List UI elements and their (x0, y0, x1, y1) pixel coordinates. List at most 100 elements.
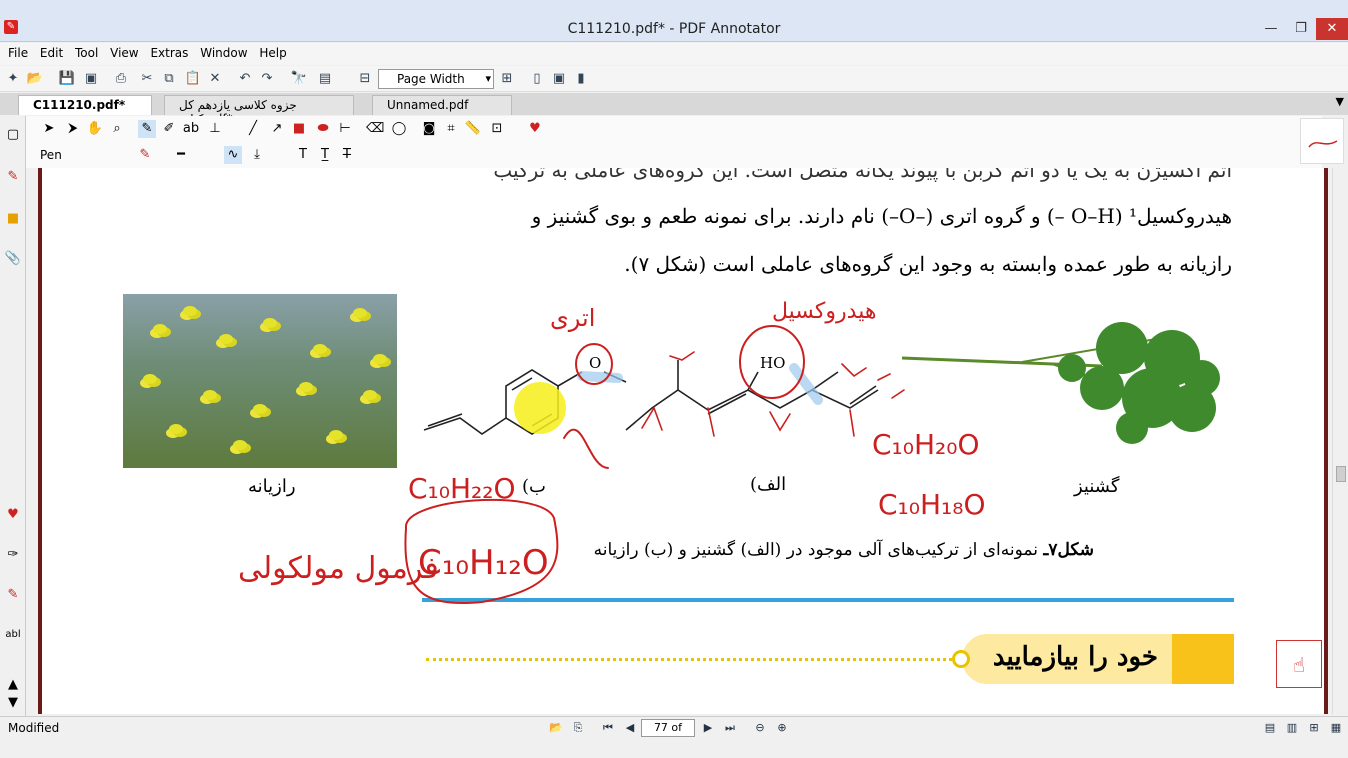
tab-unnamed[interactable]: Unnamed.pdf (372, 95, 512, 115)
ink-molecular-note: فرمول مولکولی (238, 551, 439, 586)
zoom-in-icon[interactable]: ⊞ (498, 70, 516, 88)
save-icon[interactable]: 💾 (58, 70, 76, 88)
text-strike-icon[interactable]: T̶ (338, 146, 356, 164)
lasso-icon[interactable]: ◯ (390, 120, 408, 138)
tab-list-chevron-icon[interactable]: ▼ (1336, 95, 1344, 108)
menu-tool[interactable]: Tool (75, 43, 98, 60)
line-width-icon[interactable]: ━ (172, 146, 190, 164)
main-toolbar: ✦ 📂 💾 ▣ ⎙ ✂ ⧉ 📋 ✕ ↶ ↷ 🔭 ▤ ⊟ Page Width ⊞… (0, 66, 1348, 92)
fit-page-icon[interactable]: ▣ (550, 70, 568, 88)
open-folder-icon[interactable]: 📂 (26, 70, 44, 88)
copy-icon[interactable]: ⧉ (160, 70, 178, 88)
favorites-icon[interactable]: ♥ (4, 506, 22, 524)
status-bar: Modified 📂 ⎘ ⏮ ◀ 77 of 136 ▶ ⏭ ⊖ ⊕ ▤ ▥ ⊞… (0, 716, 1348, 750)
stamp-icon[interactable]: ⊥ (206, 120, 224, 138)
sidebar-scroll-down-icon[interactable]: ▼ (4, 694, 22, 712)
tab-c111210[interactable]: C111210.pdf* (18, 95, 152, 115)
snap-icon[interactable]: ⤓ (248, 146, 266, 164)
pdf-page[interactable]: اتم اکسیژن به یک یا دو اتم کربن با پیوند… (38, 168, 1328, 714)
text-underline-icon[interactable]: T̲ (316, 146, 334, 164)
scroll-thumb[interactable] (1336, 466, 1346, 482)
ink-ether-note: اتری (550, 304, 595, 332)
pen-tool-icon[interactable]: ✎ (138, 120, 156, 138)
pen-stroke-preview-icon (1308, 140, 1338, 148)
marker-icon[interactable]: ✑ (4, 546, 22, 564)
select-text-icon[interactable]: ⮞ (64, 120, 82, 138)
delete-icon[interactable]: ✕ (206, 70, 224, 88)
crop-icon[interactable]: ⌗ (442, 120, 460, 138)
paste-icon[interactable]: 📋 (184, 70, 202, 88)
cut-icon[interactable]: ✂ (138, 70, 156, 88)
page-thumbnail-icon[interactable]: ▢ (4, 126, 22, 144)
bookmark-pen-icon[interactable]: ✎ (4, 168, 22, 186)
open-folder-status-icon[interactable]: 📂 (548, 720, 564, 736)
ellipse-tool-icon[interactable]: ⬬ (314, 120, 332, 138)
next-page-icon[interactable]: ▶ (700, 720, 716, 736)
page-layout-icon[interactable]: ▤ (316, 70, 334, 88)
highlighter-icon[interactable]: ✐ (160, 120, 178, 138)
save-as-icon[interactable]: ▣ (82, 70, 100, 88)
pen-color-icon[interactable]: ✎ (136, 146, 154, 164)
favorites-heart-icon[interactable]: ♥ (526, 120, 544, 138)
single-page-view-icon[interactable]: ▤ (1262, 720, 1278, 736)
vertical-scrollbar[interactable] (1332, 168, 1348, 714)
print-icon[interactable]: ⎙ (112, 70, 130, 88)
page-number-input[interactable]: 77 of 136 (641, 719, 695, 750)
hand-tool-icon[interactable]: ✋ (86, 120, 104, 138)
camera-icon[interactable]: ◙ (420, 120, 438, 138)
insert-image-icon[interactable]: ⊡ (488, 120, 506, 138)
select-arrow-icon[interactable]: ➤ (40, 120, 58, 138)
zoom-out-icon[interactable]: ⊟ (356, 70, 374, 88)
ink-hydroxyl-note: هیدروکسیل (772, 299, 876, 324)
forward-icon[interactable]: ⊕ (774, 720, 790, 736)
smooth-stroke-icon[interactable]: ∿ (224, 146, 242, 164)
maximize-button[interactable]: ❐ (1286, 18, 1316, 40)
text-font-icon[interactable]: T (294, 146, 312, 164)
full-screen-icon[interactable]: ▮ (572, 70, 590, 88)
menu-extras[interactable]: Extras (150, 43, 188, 60)
redo-icon[interactable]: ↷ (258, 70, 276, 88)
previous-page-icon[interactable]: ◀ (622, 720, 638, 736)
close-button[interactable]: ✕ (1316, 18, 1348, 40)
bottom-strip (0, 738, 1348, 758)
touch-hand-button[interactable]: ☝ (1276, 640, 1322, 688)
arrow-tool-icon[interactable]: ↗ (268, 120, 286, 138)
line-tool-icon[interactable]: ╱ (244, 120, 262, 138)
single-page-icon[interactable]: ▯ (528, 70, 546, 88)
document-status-icon[interactable]: ⎘ (570, 720, 586, 736)
undo-icon[interactable]: ↶ (236, 70, 254, 88)
ink-formula-a1: C₁₀H₂₀O (872, 428, 980, 461)
new-document-icon[interactable]: ✦ (4, 70, 22, 88)
last-page-icon[interactable]: ⏭ (722, 720, 738, 736)
ruler-icon[interactable]: 📏 (464, 120, 482, 138)
measure-icon[interactable]: ⊢ (336, 120, 354, 138)
menu-help[interactable]: Help (259, 43, 286, 60)
text-box-icon[interactable]: ab (182, 120, 200, 138)
title-bar: ✎ C111210.pdf* - PDF Annotator — ❐ ✕ (0, 0, 1348, 42)
find-icon[interactable]: 🔭 (290, 70, 308, 88)
first-page-icon[interactable]: ⏮ (600, 720, 616, 736)
minimize-button[interactable]: — (1256, 18, 1286, 40)
attachment-icon[interactable]: 📎 (4, 250, 22, 268)
rectangle-tool-icon[interactable]: ■ (290, 120, 308, 138)
ink-formula-b1: C₁₀H₂₂O (408, 472, 516, 505)
magnifier-icon[interactable]: ⌕ (108, 120, 126, 138)
status-text: Modified (8, 721, 60, 735)
menu-view[interactable]: View (110, 43, 138, 60)
menu-edit[interactable]: Edit (40, 43, 63, 60)
folder-icon[interactable]: ■ (4, 210, 22, 228)
pen-sidebar-icon[interactable]: ✎ (4, 586, 22, 604)
zoom-select[interactable]: Page Width (378, 69, 494, 89)
facing-view-icon[interactable]: ⊞ (1306, 720, 1322, 736)
sidebar-scroll-up-icon[interactable]: ▲ (4, 676, 22, 694)
left-sidebar: ▢ ✎ ■ 📎 ♥ ✑ ✎ abl ▲ ▼ (0, 116, 26, 716)
grid-view-icon[interactable]: ▦ (1328, 720, 1344, 736)
back-icon[interactable]: ⊖ (752, 720, 768, 736)
tab-class-notes[interactable]: جزوه کلاسی یازدهم کل کتاب.pdf* (164, 95, 354, 126)
menu-window[interactable]: Window (200, 43, 247, 60)
continuous-view-icon[interactable]: ▥ (1284, 720, 1300, 736)
eraser-icon[interactable]: ⌫ (366, 120, 384, 138)
text-sidebar-icon[interactable]: abl (4, 626, 22, 644)
menu-bar: File Edit Tool View Extras Window Help (0, 43, 1348, 65)
menu-file[interactable]: File (8, 43, 28, 60)
